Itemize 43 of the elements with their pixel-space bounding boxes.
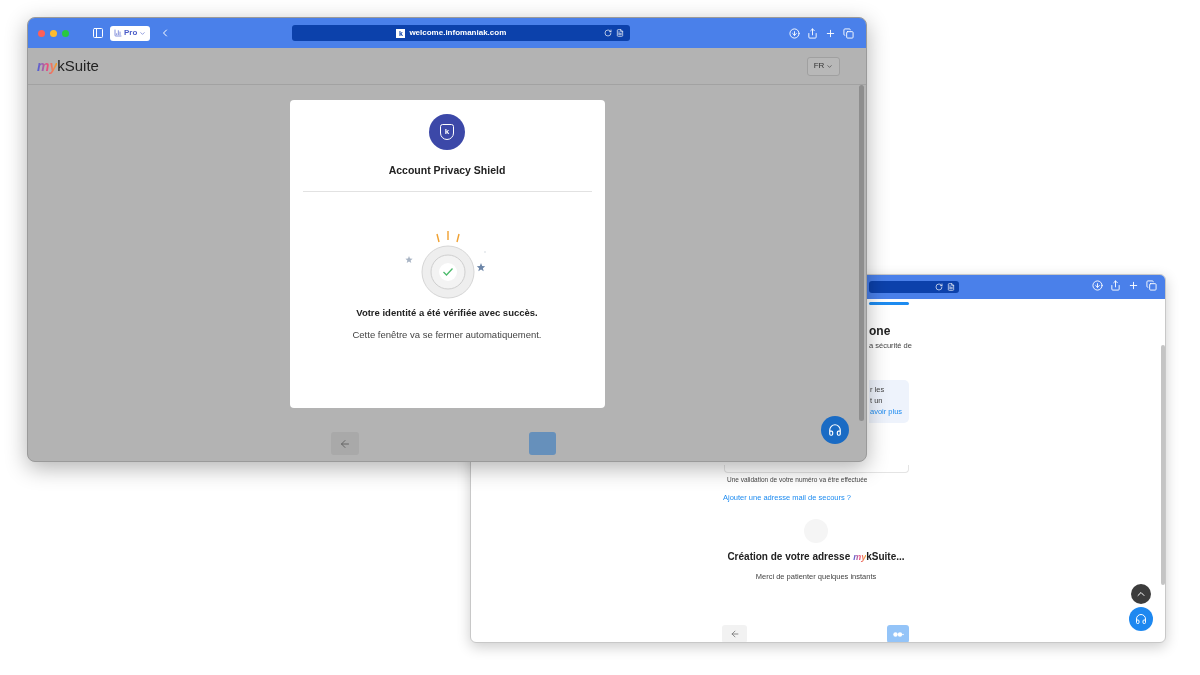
share-icon[interactable] bbox=[807, 27, 818, 39]
reload-icon[interactable] bbox=[604, 29, 613, 37]
success-message: Votre identité a été vérifiée avec succès. bbox=[356, 305, 538, 320]
logo: mykSuite... bbox=[853, 549, 905, 565]
reader-icon[interactable] bbox=[947, 283, 955, 291]
sidebar-icon[interactable] bbox=[92, 27, 104, 39]
chevron-down-icon bbox=[139, 29, 147, 37]
scroll-up-button[interactable] bbox=[1131, 584, 1151, 604]
dialog-title: Account Privacy Shield bbox=[388, 163, 506, 178]
reload-icon[interactable] bbox=[935, 283, 943, 291]
scrollbar[interactable] bbox=[1161, 345, 1165, 585]
zoom-window-icon[interactable] bbox=[62, 29, 69, 37]
headset-icon bbox=[1135, 613, 1147, 625]
share-icon[interactable] bbox=[1110, 280, 1121, 291]
logo: mykSuite bbox=[37, 54, 99, 78]
back-button[interactable] bbox=[330, 432, 359, 455]
loading-dots-icon bbox=[892, 631, 904, 637]
scrollbar[interactable] bbox=[859, 85, 864, 421]
arrow-left-icon bbox=[729, 629, 740, 639]
profile-button[interactable]: Pro bbox=[110, 25, 151, 41]
phone-field[interactable] bbox=[724, 465, 909, 473]
back-button[interactable] bbox=[722, 625, 747, 642]
tabs-overview-icon[interactable] bbox=[1146, 280, 1157, 291]
arrow-left-icon bbox=[338, 437, 351, 450]
new-tab-icon[interactable] bbox=[1128, 280, 1139, 291]
minimize-window-icon[interactable] bbox=[50, 29, 57, 37]
url-text: welcome.infomaniak.com bbox=[409, 27, 507, 39]
support-button[interactable] bbox=[821, 416, 849, 444]
tabs-overview-icon[interactable] bbox=[843, 27, 854, 39]
language-dropdown[interactable]: FR bbox=[807, 56, 840, 76]
reader-icon[interactable] bbox=[616, 29, 625, 37]
chevron-down-icon bbox=[826, 62, 834, 70]
headset-icon bbox=[828, 423, 842, 437]
support-button[interactable] bbox=[1129, 607, 1153, 631]
close-notice: Cette fenêtre va se fermer automatiquement. bbox=[352, 328, 542, 342]
creation-text: Création de votre adresse bbox=[727, 550, 851, 564]
next-button[interactable] bbox=[887, 625, 909, 642]
new-tab-icon[interactable] bbox=[825, 27, 836, 39]
download-icon[interactable] bbox=[1092, 280, 1103, 291]
address-bar[interactable] bbox=[869, 281, 959, 293]
download-icon[interactable] bbox=[789, 27, 800, 39]
heading: one bbox=[869, 323, 891, 340]
chart-icon bbox=[114, 29, 122, 37]
